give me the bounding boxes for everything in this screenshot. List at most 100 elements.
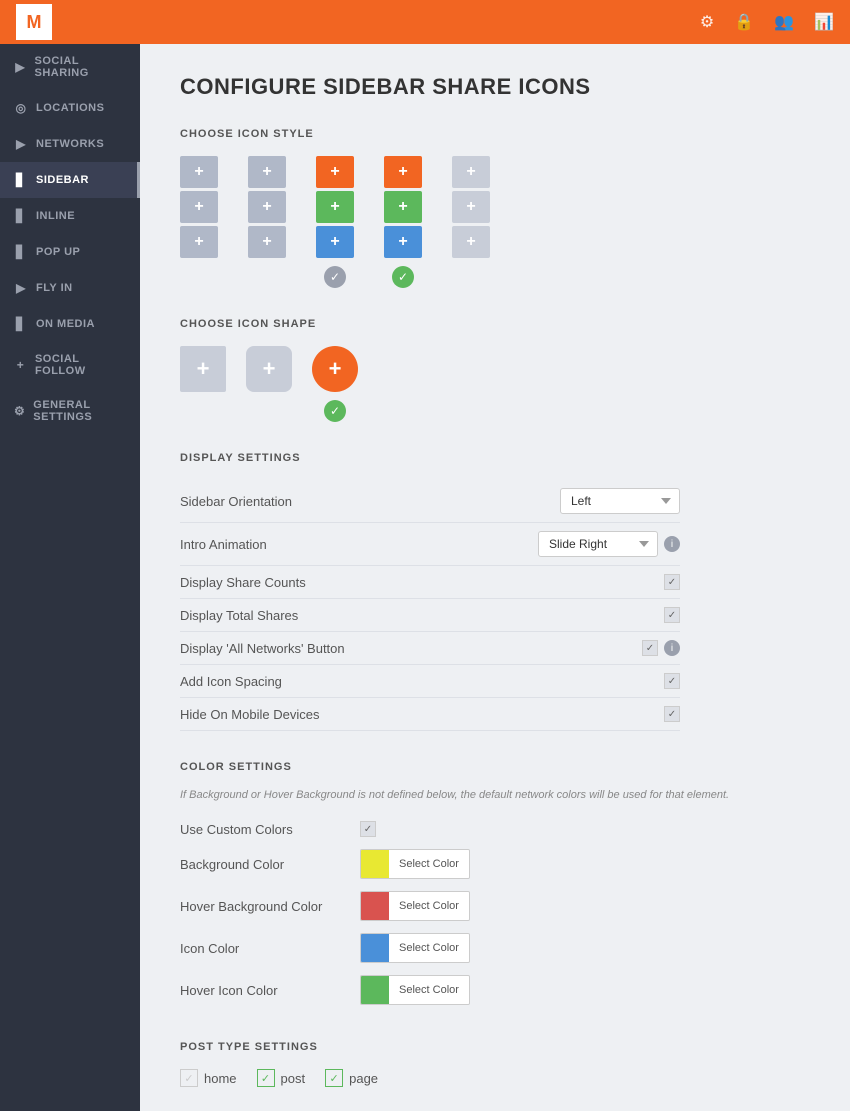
checkbox-total-shares[interactable]: ✓ [664,607,680,623]
color-row-icon-color: Icon Color Select Color [180,927,810,969]
icon-btn-2a: + [248,156,286,188]
display-settings-section: Display Settings Sidebar Orientation Lef… [180,452,810,731]
icon-btn-3b: + [316,191,354,223]
chart-icon[interactable]: 📊 [814,12,834,32]
color-swatch-btn-hover-bg[interactable]: Select Color [360,891,470,921]
post-checkbox-page[interactable]: ✓ [325,1069,343,1087]
post-type-post[interactable]: ✓ post [257,1069,306,1087]
color-swatch-icon-color [361,934,389,962]
icon-btn-1a: + [180,156,218,188]
icon-btn-1b: + [180,191,218,223]
post-checkbox-post[interactable]: ✓ [257,1069,275,1087]
gear-icon[interactable]: ⚙ [700,12,714,32]
sidebar-item-locations[interactable]: ◎ Locations [0,90,140,126]
post-type-home[interactable]: ✓ home [180,1069,237,1087]
settings-label-all-networks: Display 'All Networks' Button [180,641,642,656]
color-swatch-btn-hover-icon[interactable]: Select Color [360,975,470,1005]
checkbox-all-networks[interactable]: ✓ [642,640,658,656]
settings-row-all-networks: Display 'All Networks' Button ✓ i [180,632,680,665]
icon-style-option-1[interactable]: + + + [180,156,218,288]
sidebar-item-onmedia[interactable]: ▋ On Media [0,306,140,342]
settings-label-share-counts: Display Share Counts [180,575,664,590]
check-circle-3: ✓ [324,266,346,288]
settings-control-orientation: Left Right [560,488,680,514]
topbar-icons: ⚙ 🔒 👥 📊 [700,12,834,32]
icon-style-options: + + + + + + [180,156,810,288]
sidebar-item-inline[interactable]: ▋ Inline [0,198,140,234]
sidebar-inline-icon: ▋ [14,209,28,223]
icon-btn-2c: + [248,226,286,258]
settings-label-orientation: Sidebar Orientation [180,494,560,509]
main-content: Configure Sidebar Share Icons Choose Ico… [140,44,850,1111]
icon-stack-2: + + + [248,156,286,258]
sidebar-item-general-settings[interactable]: ⚙ General Settings [0,388,140,434]
post-type-section: Post Type Settings ✓ home ✓ post ✓ page [180,1041,810,1087]
shape-option-circle[interactable]: + ✓ [312,346,358,422]
layout: ▶ Social Sharing ◎ Locations ▶ Networks … [0,44,850,1111]
color-row-hover-icon: Hover Icon Color Select Color [180,969,810,1011]
settings-control-animation: Slide Right Slide Left None i [538,531,680,557]
shape-option-square[interactable]: + [180,346,226,422]
post-type-page-label: page [349,1071,378,1086]
color-row-hover-bg: Hover Background Color Select Color [180,885,810,927]
sidebar-socialfollow-icon: + [14,358,27,372]
color-swatch-btn-background[interactable]: Select Color [360,849,470,879]
logo[interactable]: M [16,4,52,40]
settings-control-all-networks: ✓ i [642,640,680,656]
post-type-page[interactable]: ✓ page [325,1069,378,1087]
settings-row-animation: Intro Animation Slide Right Slide Left N… [180,523,680,566]
icon-stack-4: + + + [384,156,422,258]
checkbox-use-custom[interactable]: ✓ [360,821,376,837]
lock-icon[interactable]: 🔒 [734,12,754,32]
display-settings-title: Display Settings [180,452,810,464]
icon-btn-3a: + [316,156,354,188]
users-icon[interactable]: 👥 [774,12,794,32]
settings-control-hide-mobile: ✓ [664,706,680,722]
color-swatch-btn-icon-color[interactable]: Select Color [360,933,470,963]
checkbox-icon-spacing[interactable]: ✓ [664,673,680,689]
sidebar-flyin-icon: ▶ [14,281,28,295]
icon-style-option-2[interactable]: + + + [248,156,286,288]
color-row-use-custom: Use Custom Colors ✓ [180,815,810,843]
color-swatch-hover-bg [361,892,389,920]
icon-btn-5b: + [452,191,490,223]
sidebar-social-sharing-icon: ▶ [14,60,27,74]
icon-style-option-3[interactable]: + + + ✓ [316,156,354,288]
icon-shape-title: Choose Icon Shape [180,318,810,330]
sidebar-item-popup[interactable]: ▋ Pop Up [0,234,140,270]
sidebar-item-social-follow[interactable]: + Social Follow [0,342,140,388]
sidebar: ▶ Social Sharing ◎ Locations ▶ Networks … [0,44,140,1111]
post-checkbox-home[interactable]: ✓ [180,1069,198,1087]
all-networks-info-icon[interactable]: i [664,640,680,656]
color-btn-label-hover-bg: Select Color [389,892,469,920]
sidebar-item-networks[interactable]: ▶ Networks [0,126,140,162]
sidebar-generalsettings-icon: ⚙ [14,404,25,418]
checkbox-share-counts[interactable]: ✓ [664,574,680,590]
icon-style-option-5[interactable]: + + + [452,156,490,288]
settings-row-hide-mobile: Hide On Mobile Devices ✓ [180,698,680,731]
post-type-post-label: post [281,1071,306,1086]
checkbox-hide-mobile[interactable]: ✓ [664,706,680,722]
color-label-hover-bg: Hover Background Color [180,899,360,914]
color-label-use-custom: Use Custom Colors [180,822,360,837]
sidebar-networks-icon: ▶ [14,137,28,151]
shape-option-rounded[interactable]: + [246,346,292,422]
sidebar-onmedia-icon: ▋ [14,317,28,331]
sidebar-item-social-sharing[interactable]: ▶ Social Sharing [0,44,140,90]
settings-label-total-shares: Display Total Shares [180,608,664,623]
color-row-background: Background Color Select Color [180,843,810,885]
color-label-background: Background Color [180,857,360,872]
icon-btn-4a: + [384,156,422,188]
icon-stack-3: + + + [316,156,354,258]
animation-info-icon[interactable]: i [664,536,680,552]
shape-btn-circle: + [312,346,358,392]
settings-table: Sidebar Orientation Left Right Intro Ani… [180,480,680,731]
sidebar-popup-icon: ▋ [14,245,28,259]
icon-style-option-4[interactable]: + + + ✓ [384,156,422,288]
color-settings-section: Color Settings If Background or Hover Ba… [180,761,810,1011]
shape-btn-rounded: + [246,346,292,392]
animation-dropdown[interactable]: Slide Right Slide Left None [538,531,658,557]
sidebar-item-flyin[interactable]: ▶ Fly In [0,270,140,306]
orientation-dropdown[interactable]: Left Right [560,488,680,514]
sidebar-item-sidebar[interactable]: ▋ Sidebar [0,162,140,198]
